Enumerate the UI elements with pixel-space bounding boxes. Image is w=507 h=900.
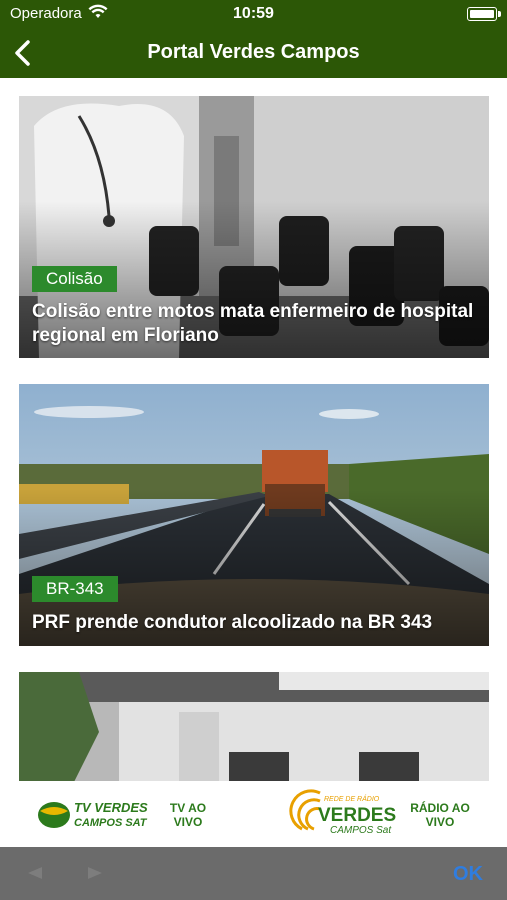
radio-logo-image: REDE DE RÁDIO VERDES CAMPOS Sat — [289, 789, 396, 836]
forward-arrow-icon[interactable] — [86, 865, 104, 886]
back-arrow-icon[interactable] — [26, 865, 44, 886]
radio-live-button[interactable]: RÁDIO AO VIVO — [410, 801, 470, 829]
status-bar: Operadora 10:59 — [0, 0, 507, 28]
tv-logo-text: CAMPOS SAT — [74, 817, 148, 829]
category-badge: Colisão — [32, 266, 117, 292]
article-image — [19, 672, 489, 781]
radio-logo-text: REDE DE RÁDIO — [324, 794, 380, 803]
article-headline: PRF prende condutor alcoolizado na BR 34… — [32, 612, 433, 633]
web-toolbar: OK — [0, 847, 507, 900]
article-headline: Colisão entre motos mata enfermeiro de h… — [32, 301, 474, 346]
news-card[interactable]: BR-343 PRF prende condutor alcoolizado n… — [19, 384, 489, 646]
ok-button[interactable]: OK — [453, 863, 483, 886]
radio-verdes-campos-logo[interactable]: REDE DE RÁDIO VERDES CAMPOS Sat — [288, 789, 398, 839]
page-title: Portal Verdes Campos — [147, 41, 360, 63]
news-feed[interactable]: Colisão Colisão entre motos mata enferme… — [0, 78, 507, 781]
navigation-bar: Portal Verdes Campos — [0, 28, 507, 78]
radio-logo-text: VERDES — [318, 805, 396, 826]
news-card[interactable]: Colisão Colisão entre motos mata enferme… — [19, 96, 489, 358]
tv-live-button[interactable]: TV AO VIVO — [166, 801, 210, 829]
tv-verdes-campos-logo[interactable]: TV VERDES CAMPOS SAT — [36, 795, 154, 833]
live-bar: TV VERDES CAMPOS SAT TV AO VIVO REDE DE … — [0, 781, 507, 847]
radio-logo-text: CAMPOS Sat — [330, 825, 392, 836]
category-badge: BR-343 — [32, 576, 118, 602]
news-card[interactable] — [19, 672, 489, 781]
tv-logo-image: TV VERDES CAMPOS SAT — [38, 800, 148, 829]
clock: 10:59 — [233, 5, 274, 22]
tv-logo-text: TV VERDES — [74, 800, 148, 815]
battery-icon — [467, 7, 501, 21]
